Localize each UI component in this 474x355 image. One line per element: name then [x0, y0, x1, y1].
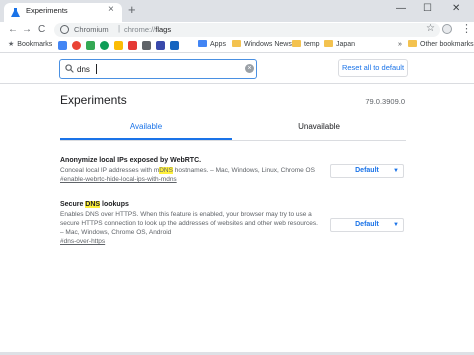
page-title: Experiments [60, 93, 127, 107]
dropdown-arrow-icon: ▼ [393, 222, 399, 228]
bookmark-other[interactable]: Other bookmarks [408, 40, 474, 50]
site-chip: Chromium [74, 25, 109, 34]
apps-grid-icon [198, 40, 207, 47]
text-cursor [96, 64, 97, 74]
folder-icon [324, 40, 333, 47]
back-button[interactable]: ← [8, 23, 18, 36]
url-text[interactable]: chrome://flags [124, 25, 171, 34]
experiment-title: Secure DNS lookups [60, 200, 406, 209]
windows-news-label: Windows News [244, 41, 292, 48]
apps-label: Apps [210, 41, 226, 48]
menu-icon[interactable]: ⋮ [461, 22, 472, 35]
clear-search-icon[interactable]: × [245, 64, 254, 73]
title-text: lookups [100, 201, 129, 208]
bookmarks-label: Bookmarks [17, 41, 53, 48]
bookmark-temp[interactable]: temp [292, 40, 320, 50]
bookmark-japan[interactable]: Japan [324, 40, 355, 50]
search-match-highlight: DNS [85, 201, 101, 208]
bookmark-windows-news[interactable]: Windows News [232, 40, 292, 50]
url-path: flags [155, 25, 172, 34]
title-text: Secure [60, 201, 86, 208]
tab-experiments[interactable]: Experiments × [4, 3, 122, 22]
flask-icon [11, 8, 20, 17]
tab-close-icon[interactable]: × [108, 4, 114, 15]
search-match-highlight: DNS [159, 167, 173, 174]
select-value: Default [355, 221, 379, 228]
bookmark-favicon-4[interactable] [100, 41, 109, 50]
minimize-button[interactable]: — [396, 3, 406, 15]
tab-unavailable[interactable]: Unavailable [232, 115, 406, 139]
close-window-button[interactable]: ✕ [452, 3, 460, 15]
bookmark-star-icon[interactable]: ☆ [426, 23, 435, 34]
reload-button[interactable]: C [38, 23, 45, 36]
search-input[interactable] [77, 62, 237, 76]
search-box[interactable]: × [59, 59, 257, 79]
temp-label: temp [304, 41, 320, 48]
desc-text: Conceal local IP addresses with m [60, 167, 160, 174]
tab-available[interactable]: Available [60, 115, 232, 139]
bookmarks-button[interactable]: ★ Bookmarks [8, 40, 52, 50]
bookmark-favicon-9[interactable] [170, 41, 179, 50]
reset-all-button[interactable]: Reset all to default [338, 59, 408, 77]
folder-icon [292, 40, 301, 47]
bookmark-favicon-1[interactable] [58, 41, 67, 50]
url-scheme: chrome:// [124, 25, 156, 34]
bookmarks-bar: ★ Bookmarks Apps Windows News temp Japan … [0, 38, 474, 53]
bookmark-more[interactable]: » [398, 40, 402, 50]
folder-icon [232, 40, 241, 47]
site-info-icon[interactable] [60, 25, 69, 34]
flags-search-header: × Reset all to default [0, 54, 474, 84]
bookmark-favicon-8[interactable] [156, 41, 165, 50]
bookmark-favicon-2[interactable] [72, 41, 81, 50]
bookmark-apps[interactable]: Apps [198, 40, 226, 50]
bookmark-favicon-5[interactable] [114, 41, 123, 50]
dropdown-arrow-icon: ▼ [393, 168, 399, 174]
bookmarks-star-icon: ★ [8, 41, 15, 48]
search-icon [65, 64, 74, 73]
maximize-button[interactable]: ☐ [423, 3, 432, 15]
version-label: 79.0.3909.0 [365, 97, 405, 106]
folder-icon [408, 40, 417, 47]
title-bar: Experiments × + — ☐ ✕ [0, 0, 474, 22]
forward-button[interactable]: → [22, 23, 32, 36]
tabs-divider [60, 140, 406, 141]
experiment-description: Conceal local IP addresses with mDNS hos… [60, 166, 322, 175]
new-tab-button[interactable]: + [128, 3, 136, 17]
experiment-webrtc-mdns: Anonymize local IPs exposed by WebRTC. C… [60, 156, 406, 184]
japan-label: Japan [336, 41, 356, 48]
toolbar: ← → C Chromium | chrome://flags ☆ ⋮ [0, 22, 474, 38]
select-value: Default [355, 167, 379, 174]
address-bar[interactable]: Chromium | chrome://flags ☆ [54, 23, 440, 37]
desc-text: hostnames. – Mac, Windows, Linux, Chrome… [172, 167, 315, 174]
tab-title: Experiments [26, 6, 68, 15]
experiment-link[interactable]: #dns-over-https [60, 237, 406, 246]
experiment-select[interactable]: Default ▼ [330, 218, 404, 232]
bookmark-favicon-7[interactable] [142, 41, 151, 50]
other-bookmarks-label: Other bookmarks [420, 41, 474, 48]
url-separator: | [118, 24, 121, 33]
bookmark-favicon-6[interactable] [128, 41, 137, 50]
experiment-secure-dns: Secure DNS lookups Enables DNS over HTTP… [60, 200, 406, 246]
experiment-select[interactable]: Default ▼ [330, 164, 404, 178]
profile-avatar-icon[interactable] [442, 24, 452, 34]
experiment-description: Enables DNS over HTTPS. When this featur… [60, 211, 318, 236]
bookmark-favicon-3[interactable] [86, 41, 95, 50]
